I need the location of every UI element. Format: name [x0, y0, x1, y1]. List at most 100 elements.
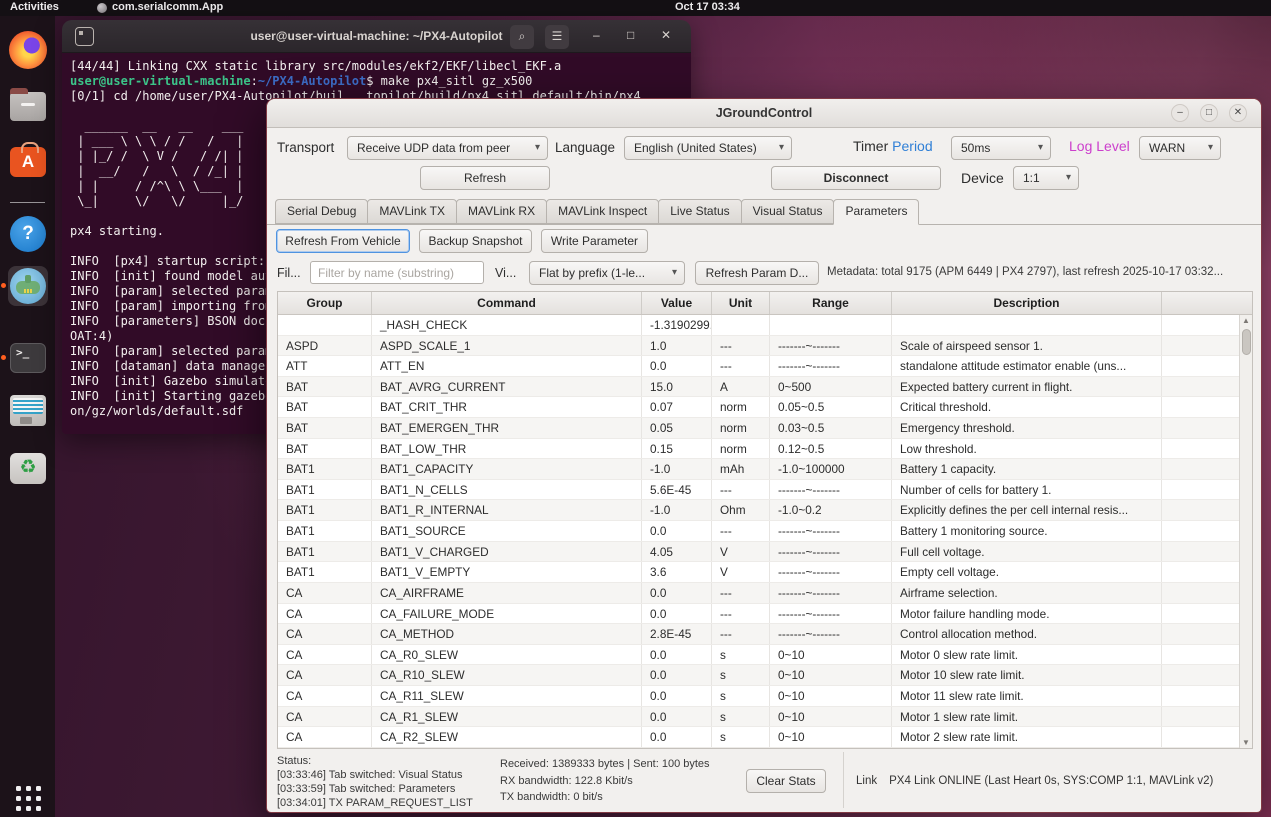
dock-separator	[10, 202, 45, 203]
tab-parameters[interactable]: Parameters	[833, 199, 920, 225]
table-row[interactable]: CA CA_R11_SLEW 0.0 s 0~10 Motor 11 slew rate …	[278, 685, 1252, 707]
table-cell: 0.07	[642, 397, 712, 418]
table-row[interactable]: ATT ATT_EN 0.0 --- -------~------- standalone…	[278, 356, 1252, 377]
filter-input[interactable]	[310, 261, 484, 284]
table-row[interactable]: CA CA_FAILURE_MODE 0.0 --- -------~------- Mo…	[278, 603, 1252, 625]
show-applications-icon	[15, 785, 41, 811]
table-row[interactable]: BAT1 BAT1_V_CHARGED 4.05 V -------~------- Fu…	[278, 541, 1252, 563]
log-level-select[interactable]: WARN	[1139, 136, 1221, 160]
tab-live-status[interactable]: Live Status	[658, 199, 742, 224]
table-cell: -1.0	[642, 500, 712, 521]
search-icon[interactable]: ⌕	[510, 25, 534, 49]
view-select[interactable]: Flat by prefix (1-le...	[529, 261, 685, 285]
jgc-titlebar[interactable]: JGroundControl – □ ✕	[267, 99, 1261, 128]
dock-item-serialcomm-app[interactable]	[1, 266, 48, 306]
status-log-line: [03:33:46] Tab switched: Visual Status	[277, 769, 463, 781]
refresh-from-vehicle-button[interactable]: Refresh From Vehicle	[276, 229, 410, 253]
table-cell: 0.03~0.5	[770, 418, 892, 438]
table-cell: 0.0	[642, 644, 712, 665]
table-cell: Explicitly defines the per cell internal…	[892, 500, 1162, 521]
table-row[interactable]: BAT1 BAT1_CAPACITY -1.0 mAh -1.0~100000 Batte…	[278, 459, 1252, 480]
tab-mavlink-tx[interactable]: MAVLink TX	[367, 199, 457, 224]
dock-item-help[interactable]: ?	[8, 214, 48, 254]
top-bar: Activities com.serialcomm.App Oct 17 03:…	[0, 0, 1271, 16]
scroll-up-icon[interactable]: ▲	[1240, 316, 1252, 325]
table-cell: CA_R10_SLEW	[372, 665, 642, 685]
table-cell: 0.15	[642, 438, 712, 459]
backup-snapshot-button[interactable]: Backup Snapshot	[419, 229, 532, 253]
table-cell: BAT	[278, 418, 372, 438]
table-row[interactable]: BAT BAT_EMERGEN_THR 0.05 norm 0.03~0.5 Emerge…	[278, 418, 1252, 439]
dock-item-files[interactable]	[8, 86, 48, 126]
language-label: Language	[555, 140, 616, 155]
menu-icon[interactable]: ☰	[545, 25, 569, 49]
table-cell: Scale of airspeed sensor 1.	[892, 335, 1162, 356]
table-row[interactable]: BAT BAT_CRIT_THR 0.07 norm 0.05~0.5 Critical …	[278, 397, 1252, 419]
clock[interactable]: Oct 17 03:34	[675, 1, 740, 13]
table-cell: -1.3190299...	[642, 315, 712, 335]
column-header-group[interactable]: Group	[278, 292, 372, 314]
table-row[interactable]: CA CA_R1_SLEW 0.0 s 0~10 Motor 1 slew rate li…	[278, 706, 1252, 728]
maximize-icon[interactable]: □	[1200, 104, 1218, 122]
timer-period-select[interactable]: 50ms	[951, 136, 1051, 160]
column-header-unit[interactable]: Unit	[712, 292, 770, 314]
table-row[interactable]: BAT1 BAT1_R_INTERNAL -1.0 Ohm -1.0~0.2 Explic…	[278, 500, 1252, 522]
table-row[interactable]: CA CA_R0_SLEW 0.0 s 0~10 Motor 0 slew rate li…	[278, 644, 1252, 666]
table-row[interactable]: BAT1 BAT1_V_EMPTY 3.6 V -------~------- Empty…	[278, 562, 1252, 583]
maximize-icon[interactable]: □	[627, 28, 634, 42]
dock-item-firefox[interactable]	[8, 30, 48, 70]
tab-serial-debug[interactable]: Serial Debug	[275, 199, 369, 224]
column-header-command[interactable]: Command	[372, 292, 642, 314]
transport-select[interactable]: Receive UDP data from peer	[347, 136, 548, 160]
metadata-text: Metadata: total 9175 (APM 6449 | PX4 279…	[827, 266, 1224, 278]
table-cell: ---	[712, 624, 770, 644]
table-row[interactable]: CA CA_AIRFRAME 0.0 --- -------~------- Airfra…	[278, 582, 1252, 604]
refresh-button[interactable]: Refresh	[420, 166, 550, 190]
table-row[interactable]: BAT BAT_AVRG_CURRENT 15.0 A 0~500 Expected ba…	[278, 376, 1252, 398]
close-icon[interactable]: ✕	[661, 28, 671, 42]
write-parameter-button[interactable]: Write Parameter	[541, 229, 648, 253]
column-header-value[interactable]: Value	[642, 292, 712, 314]
dock-item-text-editor[interactable]	[8, 390, 48, 430]
vertical-scrollbar[interactable]: ▲ ▼	[1239, 315, 1252, 748]
clear-stats-button[interactable]: Clear Stats	[746, 769, 826, 793]
column-header-range[interactable]: Range	[770, 292, 892, 314]
scroll-down-icon[interactable]: ▼	[1240, 738, 1252, 747]
tab-mavlink-rx[interactable]: MAVLink RX	[455, 199, 548, 224]
table-row[interactable]: _HASH_CHECK-1.3190299...	[278, 315, 1252, 336]
minimize-icon[interactable]: –	[593, 28, 600, 42]
table-cell: A	[712, 376, 770, 397]
column-header-description[interactable]: Description	[892, 292, 1162, 314]
focused-app-menu[interactable]: com.serialcomm.App	[112, 1, 223, 13]
tab-visual-status[interactable]: Visual Status	[740, 199, 835, 224]
show-applications-button[interactable]	[8, 778, 48, 817]
close-icon[interactable]: ✕	[1229, 104, 1247, 122]
minimize-icon[interactable]: –	[1171, 104, 1189, 122]
table-cell: V	[712, 562, 770, 582]
table-row[interactable]: BAT1 BAT1_SOURCE 0.0 --- -------~------- Batt…	[278, 521, 1252, 542]
running-indicator	[1, 283, 6, 288]
scrollbar-thumb[interactable]	[1241, 329, 1251, 355]
language-select[interactable]: English (United States)	[624, 136, 792, 160]
table-row[interactable]: CA CA_R2_SLEW 0.0 s 0~10 Motor 2 slew rate li…	[278, 727, 1252, 748]
table-row[interactable]: CA CA_METHOD 2.8E-45 --- -------~------- Cont…	[278, 624, 1252, 645]
table-cell: BAT_AVRG_CURRENT	[372, 376, 642, 397]
terminal-titlebar[interactable]: user@user-virtual-machine: ~/PX4-Autopil…	[62, 20, 691, 53]
table-row[interactable]: BAT BAT_LOW_THR 0.15 norm 0.12~0.5 Low thresh…	[278, 438, 1252, 460]
table-cell: Motor 1 slew rate limit.	[892, 706, 1162, 727]
refresh-param-button[interactable]: Refresh Param D...	[695, 261, 819, 285]
log-level-label: Log Level	[1069, 138, 1130, 154]
table-cell: -------~-------	[770, 521, 892, 541]
tab-mavlink-inspect[interactable]: MAVLink Inspect	[546, 199, 660, 224]
dock-item-terminal[interactable]: >_	[1, 338, 48, 378]
dock-item-ubuntu-software[interactable]: A	[8, 142, 48, 182]
table-row[interactable]: BAT1 BAT1_N_CELLS 5.6E-45 --- -------~------…	[278, 479, 1252, 501]
dock-item-trash[interactable]: ♻	[8, 448, 48, 488]
serialcomm-app-icon	[10, 268, 46, 304]
activities-button[interactable]: Activities	[10, 1, 59, 13]
disconnect-button[interactable]: Disconnect	[771, 166, 941, 190]
device-select[interactable]: 1:1	[1013, 166, 1079, 190]
table-row[interactable]: ASPD ASPD_SCALE_1 1.0 --- -------~------- Sca…	[278, 335, 1252, 357]
table-cell: -------~-------	[770, 356, 892, 376]
table-row[interactable]: CA CA_R10_SLEW 0.0 s 0~10 Motor 10 slew rate …	[278, 665, 1252, 686]
